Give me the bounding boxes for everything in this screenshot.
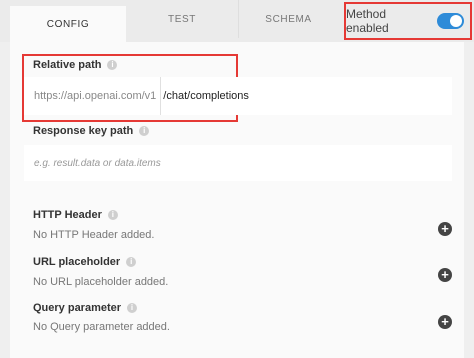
tab-bar: CONFIG TEST SCHEMA Method enabled <box>0 0 474 42</box>
add-url-placeholder-button[interactable]: + <box>438 268 452 282</box>
response-key-path-input[interactable]: e.g. result.data or data.items <box>24 145 452 181</box>
response-key-path-label: Response key path i <box>33 125 150 137</box>
relative-path-input[interactable]: /chat/completions <box>160 77 249 115</box>
add-http-header-button[interactable]: + <box>438 222 452 236</box>
query-parameter-label: Query parameter i <box>33 302 138 314</box>
url-placeholder-label-text: URL placeholder <box>33 256 121 268</box>
query-parameter-empty-text: No Query parameter added. <box>33 321 170 333</box>
toggle-knob <box>450 15 462 27</box>
relative-path-label-text: Relative path <box>33 59 102 71</box>
method-enabled-label: Method enabled <box>346 7 389 35</box>
tab-schema[interactable]: SCHEMA <box>238 0 338 38</box>
add-query-parameter-button[interactable]: + <box>438 315 452 329</box>
http-header-label: HTTP Header i <box>33 209 118 221</box>
info-icon[interactable]: i <box>107 60 118 70</box>
method-enabled-toggle[interactable] <box>437 13 464 29</box>
base-url-prefix: https://api.openai.com/v1 <box>34 90 157 102</box>
url-placeholder-empty-text: No URL placeholder added. <box>33 276 169 288</box>
query-parameter-label-text: Query parameter <box>33 302 122 314</box>
response-key-path-placeholder: e.g. result.data or data.items <box>34 157 161 169</box>
relative-path-field: https://api.openai.com/v1 /chat/completi… <box>24 77 452 115</box>
info-icon[interactable]: i <box>126 257 137 267</box>
tab-config[interactable]: CONFIG <box>10 6 126 42</box>
info-icon[interactable]: i <box>107 210 118 220</box>
url-placeholder-label: URL placeholder i <box>33 256 137 268</box>
info-icon[interactable]: i <box>127 303 138 313</box>
relative-path-label: Relative path i <box>33 59 118 71</box>
http-header-label-text: HTTP Header <box>33 209 102 221</box>
info-icon[interactable]: i <box>139 126 150 136</box>
method-enabled-control: Method enabled <box>344 2 472 40</box>
http-header-empty-text: No HTTP Header added. <box>33 229 155 241</box>
tab-test[interactable]: TEST <box>126 0 238 38</box>
response-key-path-label-text: Response key path <box>33 125 134 137</box>
